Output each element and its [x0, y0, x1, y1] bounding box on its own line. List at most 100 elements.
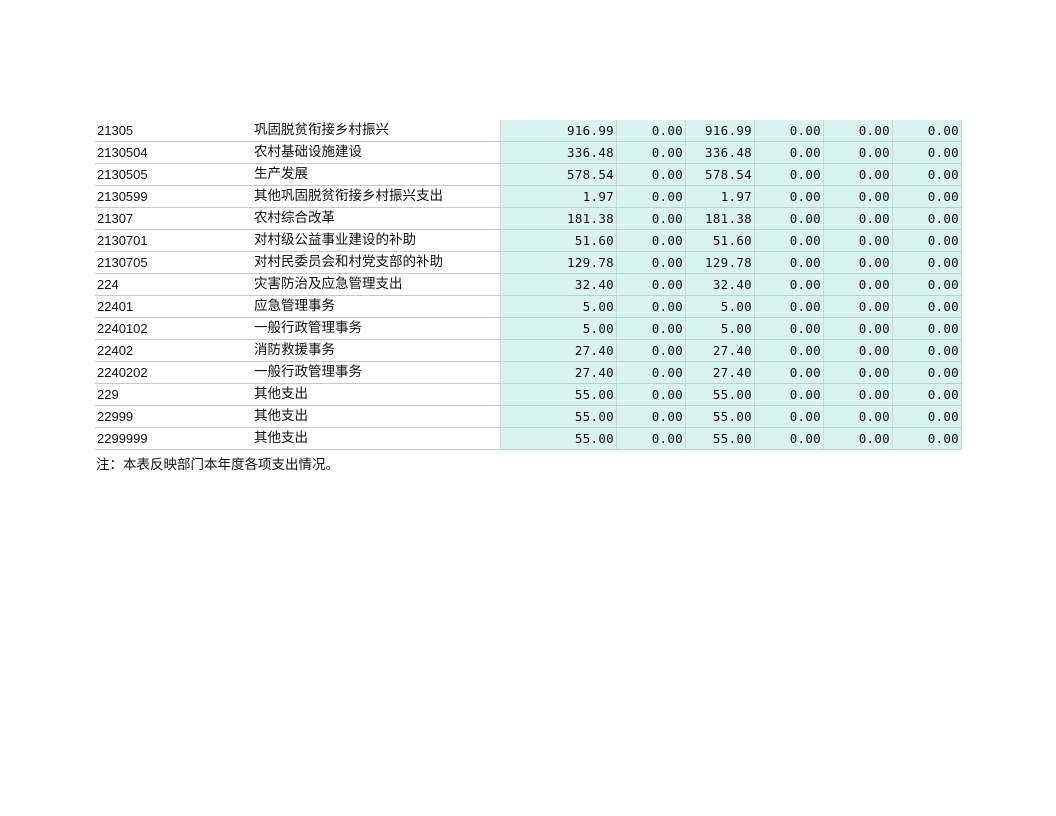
cell-value-4: 0.00	[754, 163, 824, 186]
cell-value-6: 0.00	[892, 141, 962, 164]
cell-value-3: 55.00	[685, 405, 755, 428]
cell-total: 55.00	[500, 405, 617, 428]
cell-value-3: 181.38	[685, 207, 755, 230]
cell-value-5: 0.00	[823, 427, 893, 450]
cell-value-6: 0.00	[892, 120, 962, 142]
cell-total: 5.00	[500, 317, 617, 340]
cell-code: 2240202	[95, 361, 252, 384]
cell-value-3: 5.00	[685, 317, 755, 340]
cell-value-6: 0.00	[892, 251, 962, 274]
cell-value-4: 0.00	[754, 141, 824, 164]
cell-item-name: 一般行政管理事务	[252, 317, 501, 340]
table-row: 22999 其他支出 55.00 0.00 55.00 0.00 0.00 0.00	[95, 405, 962, 428]
expenditure-table-body: 21305 巩固脱贫衔接乡村振兴 916.99 0.00 916.99 0.00 0.00 0…	[95, 120, 962, 450]
cell-item-name: 消防救援事务	[252, 339, 501, 362]
cell-value-5: 0.00	[823, 383, 893, 406]
cell-value-5: 0.00	[823, 163, 893, 186]
cell-value-4: 0.00	[754, 339, 824, 362]
cell-total: 27.40	[500, 339, 617, 362]
cell-value-4: 0.00	[754, 427, 824, 450]
cell-total: 55.00	[500, 383, 617, 406]
table-row: 2130599 其他巩固脱贫衔接乡村振兴支出 1.97 0.00 1.97 0.00 0.0…	[95, 185, 962, 208]
cell-value-5: 0.00	[823, 120, 893, 142]
cell-code: 22401	[95, 295, 252, 318]
cell-value-4: 0.00	[754, 405, 824, 428]
cell-total: 336.48	[500, 141, 617, 164]
table-row: 22402 消防救援事务 27.40 0.00 27.40 0.00 0.00 0.00	[95, 339, 962, 362]
cell-value-2: 0.00	[616, 229, 686, 252]
cell-value-5: 0.00	[823, 251, 893, 274]
table-row: 22401 应急管理事务 5.00 0.00 5.00 0.00 0.00 0.00	[95, 295, 962, 318]
cell-code: 2240102	[95, 317, 252, 340]
cell-value-5: 0.00	[823, 295, 893, 318]
cell-code: 21305	[95, 120, 252, 142]
cell-item-name: 应急管理事务	[252, 295, 501, 318]
cell-value-6: 0.00	[892, 185, 962, 208]
cell-value-4: 0.00	[754, 317, 824, 340]
cell-item-name: 其他支出	[252, 383, 501, 406]
cell-value-2: 0.00	[616, 273, 686, 296]
cell-value-4: 0.00	[754, 295, 824, 318]
cell-value-5: 0.00	[823, 185, 893, 208]
cell-code: 229	[95, 383, 252, 406]
cell-value-5: 0.00	[823, 273, 893, 296]
cell-value-3: 55.00	[685, 427, 755, 450]
table-row: 2299999 其他支出 55.00 0.00 55.00 0.00 0.00 0.00	[95, 427, 962, 450]
cell-value-2: 0.00	[616, 295, 686, 318]
cell-total: 181.38	[500, 207, 617, 230]
cell-value-4: 0.00	[754, 120, 824, 142]
cell-value-3: 129.78	[685, 251, 755, 274]
table-row: 2240102 一般行政管理事务 5.00 0.00 5.00 0.00 0.00 0.00	[95, 317, 962, 340]
cell-total: 129.78	[500, 251, 617, 274]
cell-value-6: 0.00	[892, 339, 962, 362]
cell-value-2: 0.00	[616, 383, 686, 406]
cell-item-name: 对村级公益事业建设的补助	[252, 229, 501, 252]
cell-value-6: 0.00	[892, 405, 962, 428]
cell-item-name: 其他支出	[252, 427, 501, 450]
cell-code: 2130705	[95, 251, 252, 274]
cell-value-3: 5.00	[685, 295, 755, 318]
cell-code: 2130701	[95, 229, 252, 252]
cell-value-2: 0.00	[616, 427, 686, 450]
cell-value-2: 0.00	[616, 317, 686, 340]
cell-item-name: 一般行政管理事务	[252, 361, 501, 384]
cell-value-6: 0.00	[892, 163, 962, 186]
cell-value-6: 0.00	[892, 207, 962, 230]
cell-value-3: 578.54	[685, 163, 755, 186]
cell-total: 51.60	[500, 229, 617, 252]
cell-value-4: 0.00	[754, 185, 824, 208]
cell-item-name: 生产发展	[252, 163, 501, 186]
cell-value-2: 0.00	[616, 207, 686, 230]
cell-value-3: 916.99	[685, 120, 755, 142]
cell-value-2: 0.00	[616, 405, 686, 428]
cell-item-name: 农村基础设施建设	[252, 141, 501, 164]
cell-value-6: 0.00	[892, 295, 962, 318]
cell-value-6: 0.00	[892, 273, 962, 296]
cell-total: 916.99	[500, 120, 617, 142]
cell-value-5: 0.00	[823, 405, 893, 428]
cell-value-3: 27.40	[685, 339, 755, 362]
cell-value-2: 0.00	[616, 185, 686, 208]
cell-value-3: 32.40	[685, 273, 755, 296]
cell-value-5: 0.00	[823, 339, 893, 362]
table-row: 21307 农村综合改革 181.38 0.00 181.38 0.00 0.00 0.00	[95, 207, 962, 230]
cell-total: 5.00	[500, 295, 617, 318]
cell-value-2: 0.00	[616, 339, 686, 362]
table-row: 229 其他支出 55.00 0.00 55.00 0.00 0.00 0.00	[95, 383, 962, 406]
table-row: 2240202 一般行政管理事务 27.40 0.00 27.40 0.00 0.00 0.0…	[95, 361, 962, 384]
cell-value-2: 0.00	[616, 141, 686, 164]
cell-value-6: 0.00	[892, 383, 962, 406]
table-row: 2130701 对村级公益事业建设的补助 51.60 0.00 51.60 0.00 0.0…	[95, 229, 962, 252]
cell-value-5: 0.00	[823, 361, 893, 384]
cell-value-6: 0.00	[892, 229, 962, 252]
cell-item-name: 农村综合改革	[252, 207, 501, 230]
expenditure-table: 21305 巩固脱贫衔接乡村振兴 916.99 0.00 916.99 0.00 0.00 0…	[95, 120, 962, 450]
cell-value-5: 0.00	[823, 207, 893, 230]
cell-item-name: 对村民委员会和村党支部的补助	[252, 251, 501, 274]
cell-value-3: 336.48	[685, 141, 755, 164]
cell-total: 32.40	[500, 273, 617, 296]
cell-item-name: 其他巩固脱贫衔接乡村振兴支出	[252, 185, 501, 208]
cell-value-4: 0.00	[754, 229, 824, 252]
cell-value-3: 27.40	[685, 361, 755, 384]
cell-value-4: 0.00	[754, 273, 824, 296]
